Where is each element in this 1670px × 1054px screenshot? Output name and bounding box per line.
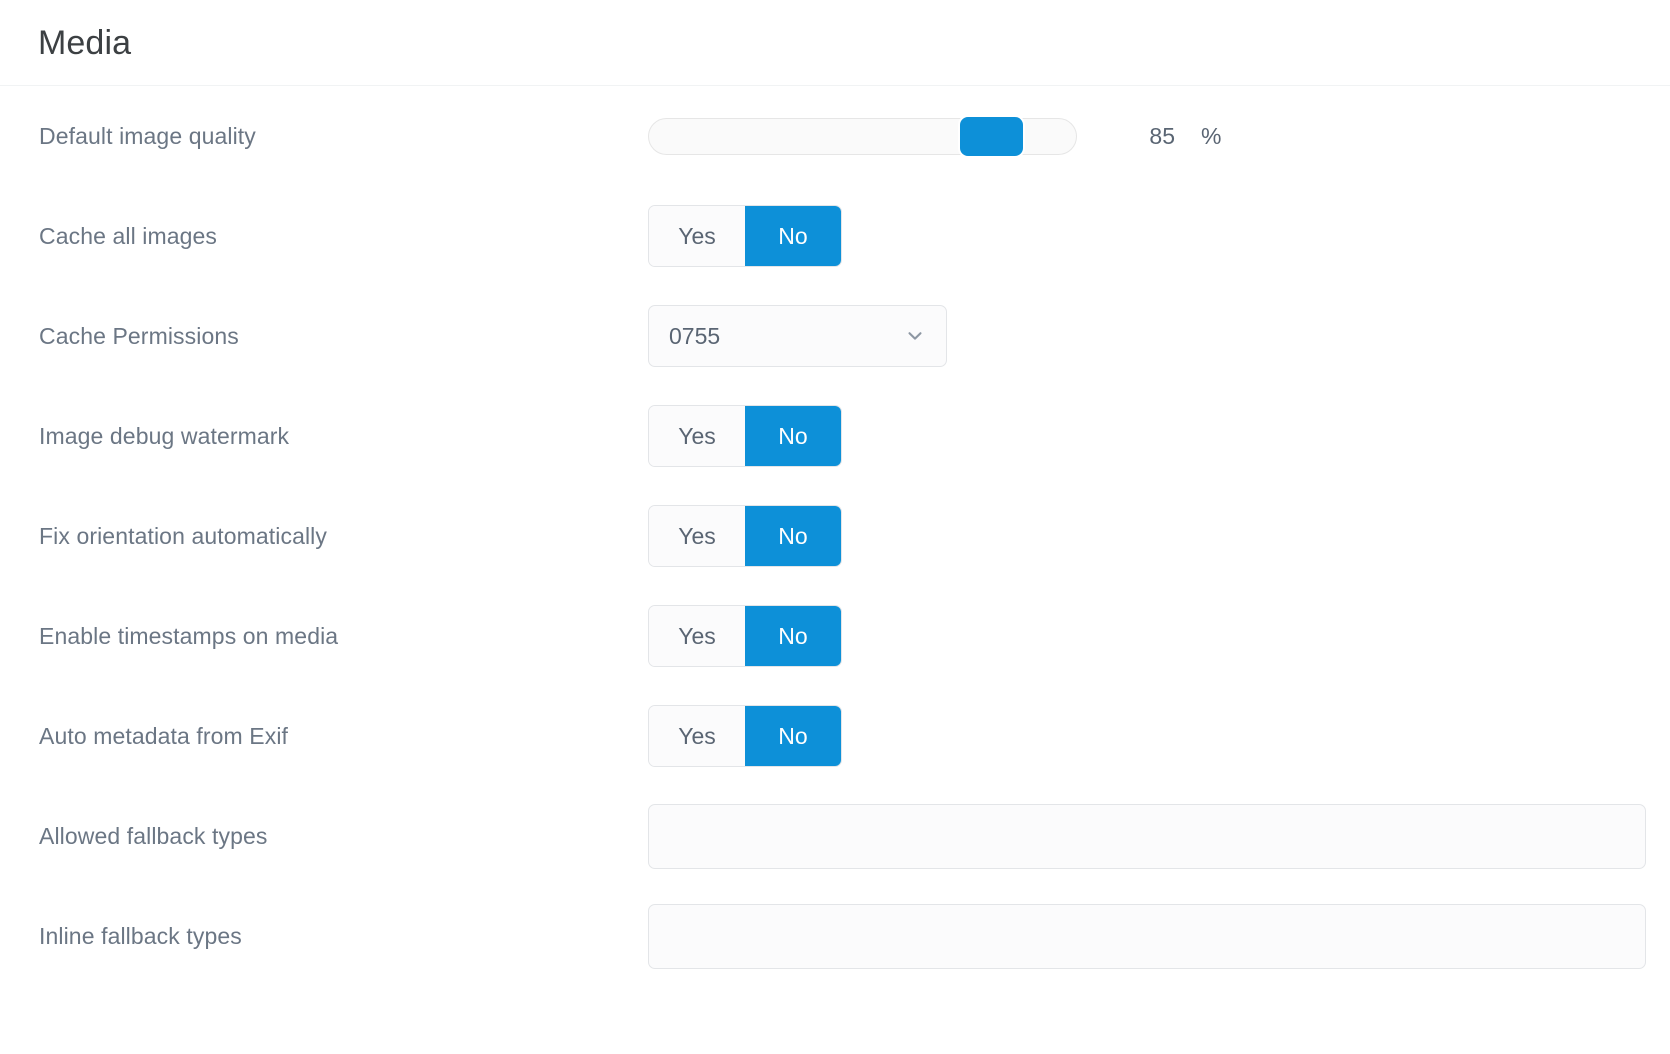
media-settings-form: Default image quality 85 % Cache all ima… [0,86,1670,986]
label-cache-all-images: Cache all images [0,223,648,250]
label-fix-orientation-automatically: Fix orientation automatically [0,523,648,550]
label-allowed-fallback-types: Allowed fallback types [0,823,648,850]
toggle-option-no[interactable]: No [745,406,841,466]
select-cache-permissions[interactable]: 0755 [648,305,947,367]
page-title: Media [38,26,131,60]
toggle-fix-orientation-automatically[interactable]: Yes No [648,505,842,567]
control-inline-fallback-types [648,904,1670,969]
allowed-fallback-types-input[interactable] [648,804,1646,869]
toggle-option-no[interactable]: No [745,606,841,666]
row-allowed-fallback-types: Allowed fallback types [0,786,1670,886]
toggle-option-no[interactable]: No [745,506,841,566]
control-enable-timestamps-on-media: Yes No [648,605,1670,667]
control-allowed-fallback-types [648,804,1670,869]
page-header: Media [0,0,1670,86]
toggle-option-no[interactable]: No [745,706,841,766]
toggle-image-debug-watermark[interactable]: Yes No [648,405,842,467]
row-auto-metadata-from-exif: Auto metadata from Exif Yes No [0,686,1670,786]
control-image-debug-watermark: Yes No [648,405,1670,467]
row-fix-orientation-automatically: Fix orientation automatically Yes No [0,486,1670,586]
inline-fallback-types-input[interactable] [648,904,1646,969]
label-default-image-quality: Default image quality [0,123,648,150]
row-cache-permissions: Cache Permissions 0755 [0,286,1670,386]
label-inline-fallback-types: Inline fallback types [0,923,648,950]
toggle-option-yes[interactable]: Yes [649,206,745,266]
toggle-option-yes[interactable]: Yes [649,606,745,666]
label-auto-metadata-from-exif: Auto metadata from Exif [0,723,648,750]
row-image-debug-watermark: Image debug watermark Yes No [0,386,1670,486]
image-quality-value: 85 [1141,123,1175,150]
toggle-option-yes[interactable]: Yes [649,706,745,766]
control-fix-orientation-automatically: Yes No [648,505,1670,567]
image-quality-slider-wrap: 85 % [648,118,1221,155]
control-auto-metadata-from-exif: Yes No [648,705,1670,767]
control-cache-all-images: Yes No [648,205,1670,267]
image-quality-slider[interactable] [648,118,1077,155]
row-default-image-quality: Default image quality 85 % [0,86,1670,186]
toggle-auto-metadata-from-exif[interactable]: Yes No [648,705,842,767]
row-cache-all-images: Cache all images Yes No [0,186,1670,286]
label-cache-permissions: Cache Permissions [0,323,648,350]
select-cache-permissions-value: 0755 [669,323,720,350]
chevron-down-icon [906,327,924,345]
control-cache-permissions: 0755 [648,305,1670,367]
toggle-option-no[interactable]: No [745,206,841,266]
toggle-cache-all-images[interactable]: Yes No [648,205,842,267]
row-enable-timestamps-on-media: Enable timestamps on media Yes No [0,586,1670,686]
label-image-debug-watermark: Image debug watermark [0,423,648,450]
toggle-option-yes[interactable]: Yes [649,406,745,466]
row-inline-fallback-types: Inline fallback types [0,886,1670,986]
image-quality-unit: % [1201,123,1221,150]
control-default-image-quality: 85 % [648,118,1670,155]
toggle-option-yes[interactable]: Yes [649,506,745,566]
toggle-enable-timestamps-on-media[interactable]: Yes No [648,605,842,667]
slider-handle[interactable] [960,117,1023,156]
label-enable-timestamps-on-media: Enable timestamps on media [0,623,648,650]
